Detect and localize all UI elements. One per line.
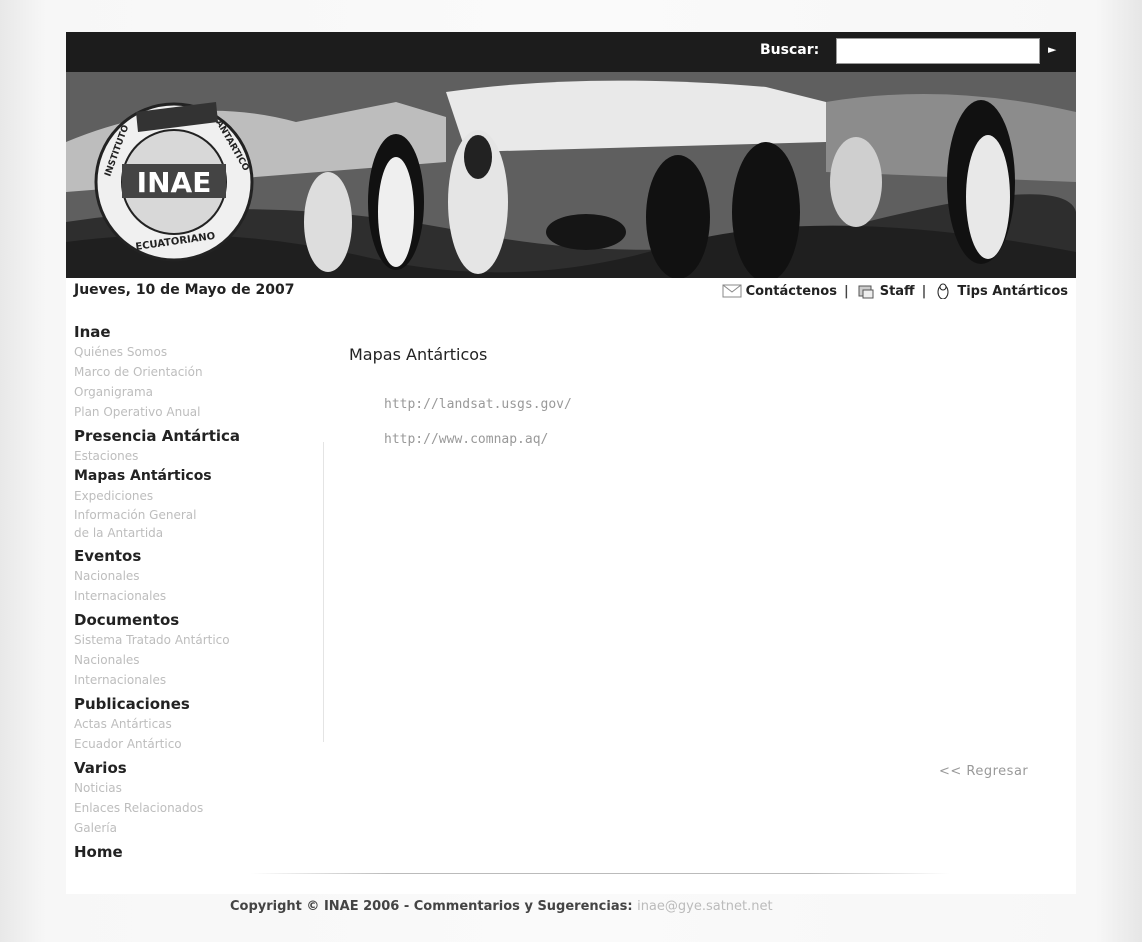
current-date: Jueves, 10 de Mayo de 2007 — [74, 282, 295, 298]
top-links: Contáctenos | Staff | Tips Antárticos — [722, 283, 1068, 300]
sidebar-item[interactable]: Plan Operativo Anual — [74, 402, 306, 422]
sidebar-item[interactable]: Ecuador Antártico — [74, 734, 306, 754]
header-banner: INAE INSTITUTO ANTARTICO ECUATORIANO — [66, 72, 1076, 278]
sidebar-section-documentos[interactable]: Documentos — [74, 610, 306, 630]
sidebar-section-home[interactable]: Home — [74, 842, 306, 862]
sidebar-section-eventos[interactable]: Eventos — [74, 546, 306, 566]
sidebar-item[interactable]: Enlaces Relacionados — [74, 798, 306, 818]
footer: Copyright © INAE 2006 - Commentarios y S… — [230, 899, 773, 914]
envelope-icon — [722, 283, 742, 299]
sidebar-section-varios[interactable]: Varios — [74, 758, 306, 778]
inae-logo: INAE INSTITUTO ANTARTICO ECUATORIANO — [94, 102, 254, 262]
header-bar: Buscar: ► — [66, 32, 1076, 72]
footer-divider — [250, 873, 950, 874]
page-container: Buscar: ► INAE INSTITUTO ANTARTICO ECUAT… — [66, 32, 1076, 894]
search-input[interactable] — [836, 38, 1040, 64]
sidebar-item[interactable]: Internacionales — [74, 670, 306, 690]
staff-icon — [856, 283, 876, 299]
sidebar-item[interactable]: de la Antartida — [74, 524, 306, 542]
sidebar-section-inae[interactable]: Inae — [74, 322, 306, 342]
sidebar-item[interactable]: Expediciones — [74, 486, 306, 506]
footer-email-link[interactable]: inae@gye.satnet.net — [637, 899, 773, 914]
sidebar-item[interactable]: Información General — [74, 506, 306, 524]
logo-text: INAE — [137, 166, 212, 199]
sidebar-divider — [323, 442, 324, 742]
sidebar-item[interactable]: Galería — [74, 818, 306, 838]
back-link[interactable]: << Regresar — [939, 764, 1028, 779]
sidebar-item[interactable]: Estaciones — [74, 446, 306, 466]
page-title: Mapas Antárticos — [349, 345, 488, 364]
staff-link[interactable]: Staff — [880, 284, 915, 299]
sidebar-section-publicaciones[interactable]: Publicaciones — [74, 694, 306, 714]
arrow-right-icon[interactable]: ► — [1048, 44, 1060, 56]
sidebar-item-mapas-active[interactable]: Mapas Antárticos — [74, 466, 306, 486]
sidebar-item[interactable]: Sistema Tratado Antártico — [74, 630, 306, 650]
sidebar-item[interactable]: Internacionales — [74, 586, 306, 606]
link-separator: | — [843, 283, 849, 299]
link-separator: | — [921, 283, 927, 299]
footer-copyright: Copyright © INAE 2006 - Commentarios y S… — [230, 899, 633, 914]
contact-link[interactable]: Contáctenos — [746, 284, 837, 299]
sidebar-item[interactable]: Actas Antárticas — [74, 714, 306, 734]
sidebar-nav: Inae Quiénes Somos Marco de Orientación … — [74, 318, 306, 862]
sidebar-item[interactable]: Marco de Orientación — [74, 362, 306, 382]
sidebar-section-presencia[interactable]: Presencia Antártica — [74, 426, 306, 446]
tips-link[interactable]: Tips Antárticos — [957, 284, 1068, 299]
link-landsat[interactable]: http://landsat.usgs.gov/ — [384, 397, 572, 412]
sidebar-item[interactable]: Noticias — [74, 778, 306, 798]
sidebar-item[interactable]: Nacionales — [74, 566, 306, 586]
sidebar-item[interactable]: Nacionales — [74, 650, 306, 670]
penguin-icon — [933, 283, 953, 300]
link-comnap[interactable]: http://www.comnap.aq/ — [384, 432, 548, 447]
sidebar-item[interactable]: Quiénes Somos — [74, 342, 306, 362]
search-label: Buscar: — [760, 42, 820, 58]
sidebar-item[interactable]: Organigrama — [74, 382, 306, 402]
